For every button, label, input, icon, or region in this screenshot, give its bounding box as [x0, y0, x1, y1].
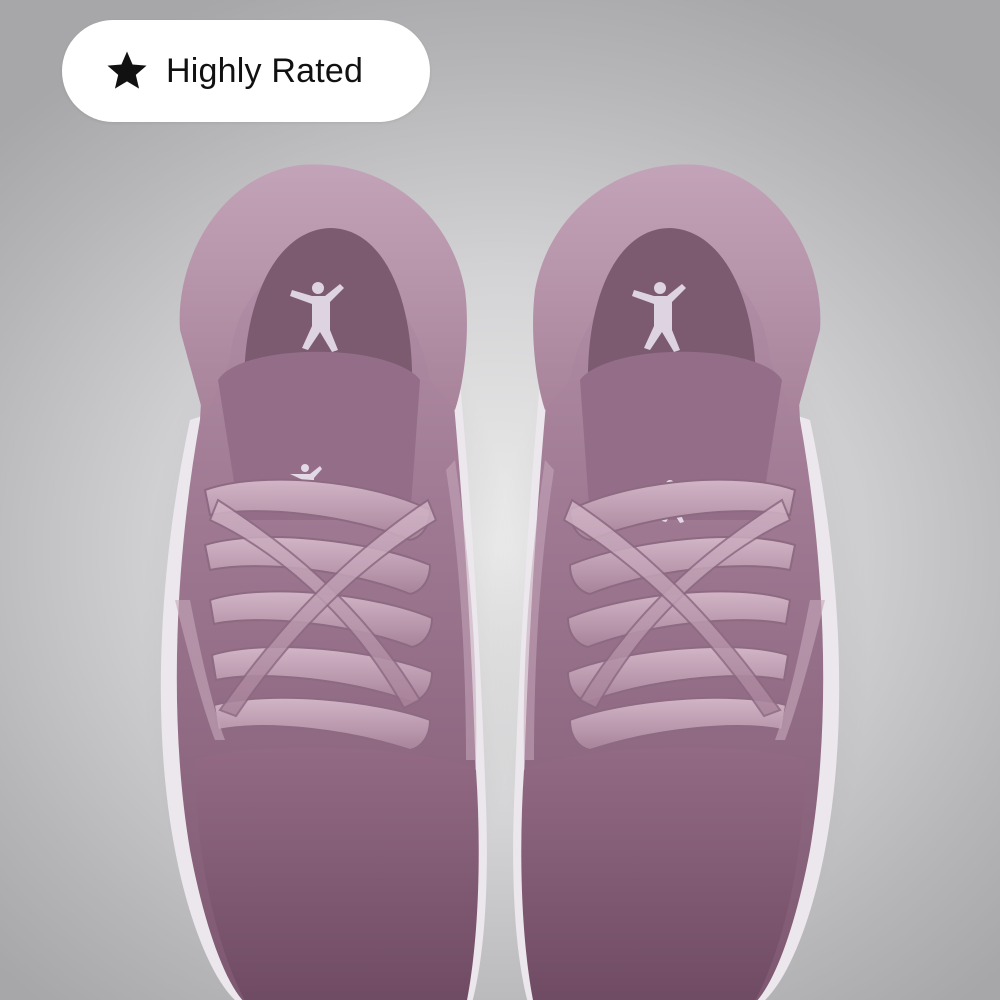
star-icon — [107, 51, 147, 89]
badge-label: Highly Rated — [166, 51, 364, 90]
right-shoe — [490, 164, 870, 1000]
highly-rated-badge: Highly Rated — [62, 20, 430, 122]
product-stage: Highly Rated — [0, 0, 1000, 1000]
left-shoe — [140, 164, 520, 1000]
product-image[interactable] — [0, 0, 1000, 1000]
